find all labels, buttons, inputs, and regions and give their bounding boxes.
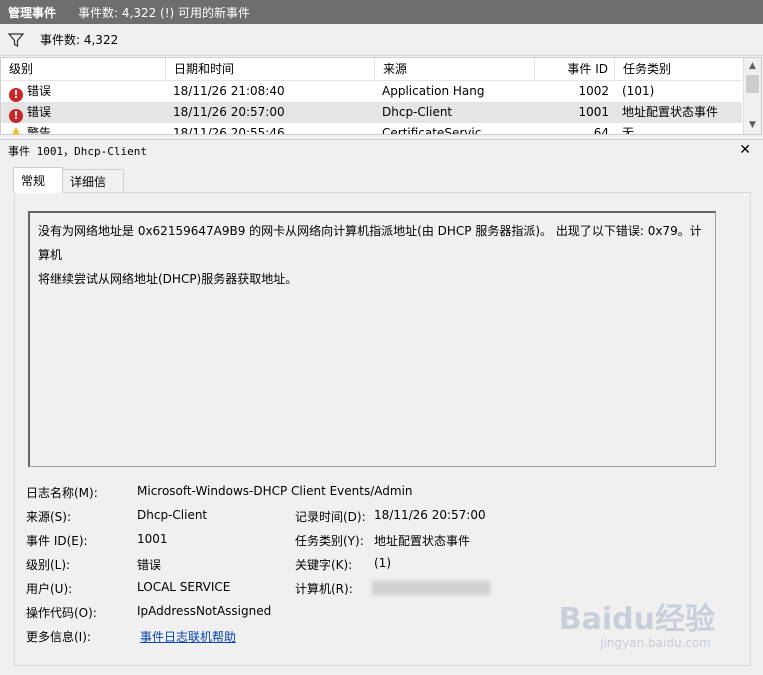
source-value: Dhcp-Client	[137, 508, 208, 522]
title-bar: 管理事件 事件数: 4,322 (!) 可用的新事件	[0, 0, 763, 24]
event-id-label: 事件 ID(E):	[26, 534, 88, 548]
opcode-value: IpAddressNotAssigned	[137, 604, 272, 618]
level-value: 错误	[137, 558, 162, 572]
tab-general[interactable]: 常规	[13, 167, 63, 193]
row-level: 警告	[27, 126, 52, 135]
logged-label: 记录时间(D):	[295, 510, 366, 524]
keywords-value: (1)	[374, 556, 391, 570]
online-help-link[interactable]: 事件日志联机帮助	[140, 628, 236, 645]
error-icon: !	[9, 109, 23, 123]
event-count-label: 事件数: 4,322	[40, 33, 119, 47]
filter-icon[interactable]	[8, 32, 24, 48]
source-label: 来源(S):	[26, 510, 72, 524]
row-level: 错误	[27, 84, 52, 98]
message-line: 将继续尝试从网络地址(DHCP)服务器获取地址。	[38, 272, 298, 286]
warning-icon	[9, 127, 23, 134]
row-event-id: 64	[593, 126, 609, 135]
column-event-id[interactable]: 事件 ID	[535, 58, 615, 80]
event-message[interactable]: 没有为网络地址是 0x62159647A9B9 的网卡从网络向计算机指派地址(由…	[28, 211, 716, 467]
log-name-label: 日志名称(M):	[26, 486, 98, 500]
scroll-down-arrow-icon[interactable]: ▼	[744, 117, 761, 134]
column-level[interactable]: 级别	[1, 58, 166, 80]
watermark-url: jingyan.baidu.com	[600, 636, 711, 650]
row-datetime: 18/11/26 20:57:00	[173, 105, 285, 119]
logged-value: 18/11/26 20:57:00	[374, 508, 486, 522]
watermark-logo: Baidu经验	[558, 602, 715, 637]
row-source: Application Hang	[382, 84, 485, 98]
task-category-value: 地址配置状态事件	[374, 534, 471, 548]
vertical-scrollbar[interactable]: ▲ ▼	[743, 58, 761, 134]
user-value: LOCAL SERVICE	[137, 580, 231, 594]
message-line: 没有为网络地址是 0x62159647A9B9 的网卡从网络向计算机指派地址(由…	[38, 224, 702, 262]
column-source[interactable]: 来源	[375, 58, 535, 80]
row-source: CertificateServic	[382, 126, 482, 135]
table-row-selected[interactable]: ! 错误 18/11/26 20:57:00 Dhcp-Client 1001 地…	[1, 102, 742, 123]
row-event-id: 1002	[578, 84, 609, 98]
log-name-value: Microsoft-Windows-DHCP Client Events/Adm…	[137, 484, 413, 498]
row-source: Dhcp-Client	[382, 105, 453, 119]
tab-details[interactable]: 详细信息	[62, 169, 124, 213]
event-detail-title: 事件 1001，Dhcp-Client	[8, 145, 147, 158]
user-label: 用户(U):	[26, 582, 73, 596]
error-icon: !	[9, 88, 23, 102]
event-id-value: 1001	[137, 532, 168, 546]
table-header: 级别 日期和时间 来源 事件 ID 任务类别	[1, 58, 742, 81]
more-info-label: 更多信息(I):	[26, 630, 91, 644]
keywords-label: 关键字(K):	[295, 558, 353, 572]
row-level: 错误	[27, 105, 52, 119]
filter-bar: 事件数: 4,322	[0, 24, 763, 56]
row-datetime: 18/11/26 21:08:40	[173, 84, 285, 98]
scrollbar-thumb[interactable]	[746, 75, 759, 93]
scroll-up-arrow-icon[interactable]: ▲	[744, 58, 761, 75]
events-table[interactable]: 级别 日期和时间 来源 事件 ID 任务类别 ! 错误 18/11/26 21:0…	[0, 57, 762, 135]
table-row[interactable]: 警告 18/11/26 20:55:46 CertificateServic 6…	[1, 123, 742, 135]
computer-value-redacted	[372, 580, 490, 595]
row-datetime: 18/11/26 20:55:46	[173, 126, 285, 135]
computer-label: 计算机(R):	[295, 582, 353, 596]
panel-title: 管理事件	[8, 5, 57, 20]
event-summary: 事件数: 4,322 (!) 可用的新事件	[78, 5, 251, 20]
level-label: 级别(L):	[26, 558, 71, 572]
task-category-label: 任务类别(Y):	[295, 534, 364, 548]
column-datetime[interactable]: 日期和时间	[166, 58, 375, 80]
close-icon[interactable]: ✕	[739, 142, 751, 158]
row-event-id: 1001	[578, 105, 609, 119]
row-task: (101)	[622, 84, 655, 98]
opcode-label: 操作代码(O):	[26, 606, 97, 620]
table-row[interactable]: ! 错误 18/11/26 21:08:40 Application Hang 1…	[1, 81, 742, 102]
row-task: 无	[622, 126, 635, 135]
column-task[interactable]: 任务类别	[615, 58, 742, 80]
event-detail-header: 事件 1001，Dhcp-Client ✕	[0, 139, 763, 162]
row-task: 地址配置状态事件	[622, 105, 719, 119]
